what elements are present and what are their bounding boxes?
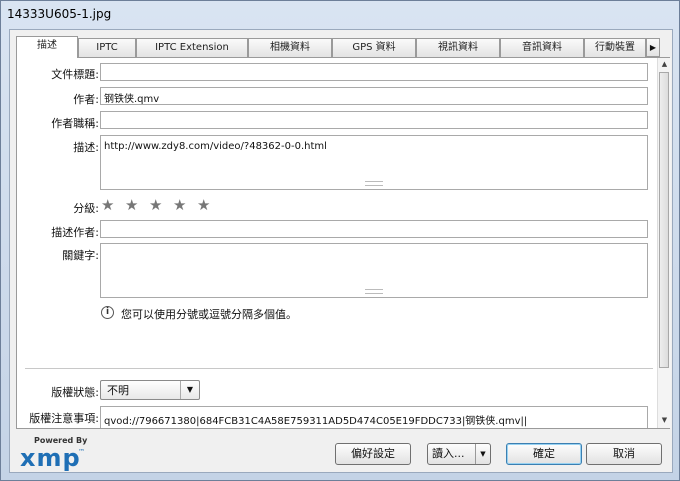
copyright-status-label: 版權狀態: xyxy=(51,386,99,399)
star-icon[interactable]: ★ xyxy=(125,198,139,213)
info-icon: i xyxy=(101,306,114,319)
ok-button[interactable]: 確定 xyxy=(506,443,582,465)
tab-iptc[interactable]: IPTC xyxy=(78,38,136,57)
rating-label: 分級: xyxy=(73,202,99,215)
description-panel: 文件標題: 作者: 钢铁侠.qmv 作者職稱: 描述: http://www.z… xyxy=(16,57,671,429)
tab-scroll-right-icon[interactable]: ▶ xyxy=(646,38,660,57)
doc-title-label: 文件標題: xyxy=(51,68,99,81)
star-icon[interactable]: ★ xyxy=(173,198,187,213)
copyright-notice-label: 版權注意事項: xyxy=(29,412,99,425)
keywords-field[interactable] xyxy=(100,243,648,298)
scroll-up-icon[interactable]: ▲ xyxy=(658,58,671,71)
import-button[interactable]: 讀入... ▼ xyxy=(427,443,491,465)
hint-text: 您可以使用分號或逗號分隔多個值。 xyxy=(121,308,297,321)
tab-mobile-device[interactable]: 行動裝置 xyxy=(584,38,646,57)
author-title-field[interactable] xyxy=(100,111,648,129)
divider xyxy=(25,368,653,369)
doc-title-field[interactable] xyxy=(100,63,648,81)
tab-camera-data[interactable]: 相機資料 xyxy=(248,38,332,57)
copyright-status-select[interactable]: 不明 ▼ xyxy=(100,380,200,400)
description-field[interactable]: http://www.zdy8.com/video/?48362-0-0.htm… xyxy=(100,135,648,190)
chevron-down-icon[interactable]: ▼ xyxy=(475,444,490,464)
star-icon[interactable]: ★ xyxy=(149,198,163,213)
desc-writer-label: 描述作者: xyxy=(51,226,99,239)
resize-grip-icon[interactable] xyxy=(365,181,383,186)
tab-gps-data[interactable]: GPS 資料 xyxy=(332,38,416,57)
tab-video-data[interactable]: 視訊資料 xyxy=(416,38,500,57)
resize-grip-icon[interactable] xyxy=(365,289,383,294)
import-button-label: 讀入... xyxy=(432,447,465,460)
window-title: 14333U605-1.jpg xyxy=(7,7,112,21)
title-bar[interactable]: 14333U605-1.jpg xyxy=(1,1,679,29)
author-title-label: 作者職稱: xyxy=(51,117,99,130)
tab-audio-data[interactable]: 音訊資料 xyxy=(500,38,584,57)
keywords-label: 關鍵字: xyxy=(62,249,99,262)
dialog-window: 14333U605-1.jpg 描述 IPTC IPTC Extension 相… xyxy=(0,0,680,481)
star-icon[interactable]: ★ xyxy=(197,198,211,213)
copyright-status-value: 不明 xyxy=(107,384,129,397)
tab-bar: 描述 IPTC IPTC Extension 相機資料 GPS 資料 視訊資料 … xyxy=(16,36,670,58)
dialog-client: 描述 IPTC IPTC Extension 相機資料 GPS 資料 視訊資料 … xyxy=(9,29,673,473)
tab-iptc-extension[interactable]: IPTC Extension xyxy=(136,38,248,57)
description-label: 描述: xyxy=(73,141,99,154)
tab-description[interactable]: 描述 xyxy=(16,36,78,58)
desc-writer-field[interactable] xyxy=(100,220,648,238)
description-text: http://www.zdy8.com/video/?48362-0-0.htm… xyxy=(104,141,327,152)
chevron-down-icon: ▼ xyxy=(180,381,199,399)
author-field[interactable]: 钢铁侠.qmv xyxy=(100,87,648,105)
scroll-thumb[interactable] xyxy=(659,72,669,368)
scroll-down-icon[interactable]: ▼ xyxy=(658,414,671,427)
rating-stars: ★ ★ ★ ★ ★ xyxy=(101,198,221,214)
star-icon[interactable]: ★ xyxy=(101,198,115,213)
preferences-button[interactable]: 偏好設定 xyxy=(335,443,411,465)
copyright-notice-field[interactable]: qvod://796671380|684FCB31C4A58E759311AD5… xyxy=(100,406,648,428)
xmp-logo: Powered By xmp ™ xyxy=(16,436,96,476)
cancel-button[interactable]: 取消 xyxy=(586,443,662,465)
author-label: 作者: xyxy=(73,93,99,106)
trademark-text: ™ xyxy=(78,448,85,456)
vertical-scrollbar[interactable]: ▲ ▼ xyxy=(657,58,671,428)
xmp-logo-text: xmp xyxy=(20,444,81,472)
